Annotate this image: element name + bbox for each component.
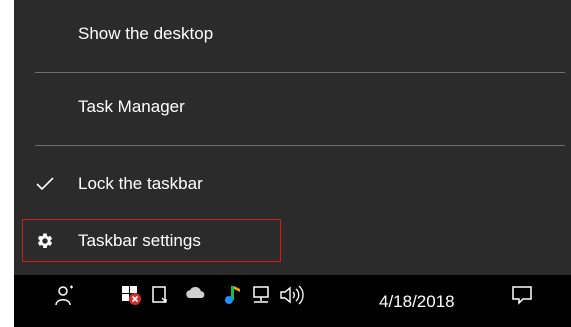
security-warning-icon[interactable] — [120, 284, 142, 306]
menu-item-lock-taskbar[interactable]: Lock the taskbar — [14, 159, 571, 209]
checkmark-icon — [36, 175, 54, 193]
taskbar-context-menu: Show the desktop Task Manager Lock the t… — [14, 0, 571, 275]
people-icon[interactable] — [54, 284, 76, 306]
gear-icon — [36, 232, 54, 250]
tablet-mode-icon[interactable] — [150, 284, 172, 306]
menu-item-label: Task Manager — [78, 97, 185, 116]
action-center-icon[interactable] — [510, 284, 532, 306]
menu-item-label: Show the desktop — [78, 24, 214, 43]
onedrive-cloud-icon[interactable] — [184, 284, 206, 306]
menu-item-task-manager[interactable]: Task Manager — [14, 82, 571, 132]
menu-divider — [35, 72, 565, 73]
clock-date[interactable]: 4/18/2018 — [379, 292, 455, 312]
network-icon[interactable] — [250, 284, 272, 306]
volume-icon[interactable] — [279, 284, 304, 306]
menu-item-taskbar-settings[interactable]: Taskbar settings — [14, 216, 571, 266]
music-app-icon[interactable] — [221, 284, 243, 306]
menu-item-show-desktop[interactable]: Show the desktop — [14, 9, 571, 59]
menu-item-label: Lock the taskbar — [78, 174, 203, 193]
taskbar: 4/18/2018 — [14, 275, 571, 327]
menu-divider — [35, 145, 565, 146]
menu-item-label: Taskbar settings — [78, 231, 201, 250]
